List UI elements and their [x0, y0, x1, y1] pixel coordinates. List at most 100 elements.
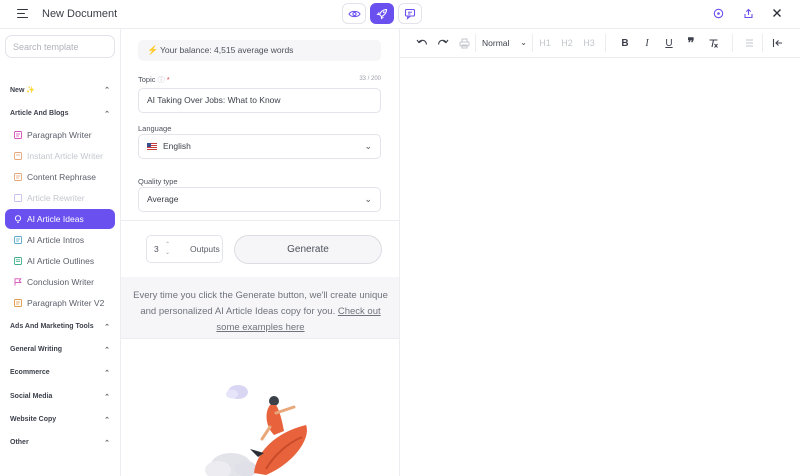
sidebar-item-conclusion-writer[interactable]: Conclusion Writer — [5, 272, 115, 292]
category-other[interactable]: Other ⌃ — [10, 439, 110, 447]
stepper-arrows-icon[interactable]: ⌃ ⌄ — [165, 241, 170, 257]
preview-mode-button[interactable] — [342, 3, 366, 24]
sidebar-item-label: Paragraph Writer V2 — [27, 298, 105, 308]
redo-icon[interactable] — [436, 36, 450, 50]
outputs-stepper[interactable]: 3 ⌃ ⌄ Outputs — [146, 235, 223, 263]
chevron-up-icon: ⌃ — [104, 347, 110, 354]
print-icon[interactable] — [457, 36, 471, 50]
document-title[interactable]: New Document — [42, 8, 117, 20]
chevron-up-icon: ⌃ — [104, 417, 110, 424]
chevron-up-icon: ⌃ — [104, 440, 110, 447]
chevron-up-icon: ⌃ — [104, 87, 110, 94]
balance-banner: ⚡ Your balance: 4,515 average words — [138, 40, 381, 61]
close-icon[interactable] — [770, 6, 784, 20]
info-icon: ⓘ — [157, 77, 165, 84]
sidebar-item-label: Content Rephrase — [27, 172, 96, 182]
editor-toolbar: Normal ⌄ H1 H2 H3 B I U ❞ — [400, 29, 800, 58]
toolbar-separator — [732, 34, 733, 52]
chevron-down-icon: ⌄ — [364, 194, 372, 204]
lightbulb-icon — [14, 215, 22, 223]
rocket-icon — [376, 8, 388, 19]
sidebar-item-ai-article-outlines[interactable]: AI Article Outlines — [5, 251, 115, 271]
align-icon[interactable] — [743, 36, 755, 50]
collapse-panel-icon[interactable] — [770, 36, 784, 50]
sidebar-item-label: AI Article Intros — [27, 235, 85, 245]
quality-type-select[interactable]: Average ⌄ — [138, 187, 381, 212]
category-article-and-blogs[interactable]: Article And Blogs ⌃ — [10, 110, 110, 118]
toolbar-separator — [762, 34, 763, 52]
sidebar-item-paragraph-writer[interactable]: Paragraph Writer — [5, 125, 115, 145]
outputs-value[interactable]: 3 — [154, 244, 159, 254]
italic-icon[interactable]: I — [640, 36, 654, 50]
chevron-up-icon: ⌃ — [104, 324, 110, 331]
generate-button[interactable]: Generate — [234, 235, 382, 264]
category-ads-and-marketing-tools[interactable]: Ads And Marketing Tools ⌃ — [10, 323, 110, 331]
document-icon — [14, 173, 22, 181]
sidebar-item-label: AI Article Outlines — [27, 256, 95, 266]
chevron-up-icon: ⌃ — [104, 370, 110, 377]
category-new[interactable]: New ✨ ⌃ — [10, 86, 110, 94]
category-general-writing[interactable]: General Writing ⌃ — [10, 346, 110, 354]
chevron-up-icon: ⌃ — [104, 111, 110, 118]
chevron-up-icon: ⌃ — [104, 394, 110, 401]
sidebar-item-content-rephrase[interactable]: Content Rephrase — [5, 167, 115, 187]
document-icon — [14, 299, 22, 307]
sidebar-item-ai-article-intros[interactable]: AI Article Intros — [5, 230, 115, 250]
menu-icon[interactable] — [17, 9, 28, 18]
quote-icon[interactable]: ❞ — [684, 35, 698, 50]
heading-3-button[interactable]: H3 — [582, 36, 596, 50]
underline-icon[interactable]: U — [662, 36, 676, 50]
document-icon — [14, 194, 22, 202]
eye-icon — [347, 10, 361, 17]
undo-icon[interactable] — [415, 36, 429, 50]
document-icon — [14, 131, 22, 139]
language-label: Language — [138, 124, 172, 133]
category-social-media[interactable]: Social Media ⌃ — [10, 393, 110, 401]
sidebar-item-article-rewriter[interactable]: Article Rewriter — [5, 188, 115, 208]
sidebar-item-label: AI Article Ideas — [27, 214, 84, 224]
sidebar-item-paragraph-writer-v2[interactable]: Paragraph Writer V2 — [5, 293, 115, 313]
document-editor: Normal ⌄ H1 H2 H3 B I U ❞ — [400, 29, 800, 476]
chevron-down-icon: ⌄ — [364, 141, 372, 151]
required-marker: * — [166, 75, 170, 84]
sidebar-item-label: Article Rewriter — [27, 193, 85, 203]
heading-1-button[interactable]: H1 — [538, 36, 552, 50]
chat-mode-button[interactable] — [398, 3, 422, 24]
document-icon — [14, 236, 22, 244]
topic-label: Topic ⓘ * — [138, 75, 170, 84]
heading-2-button[interactable]: H2 — [560, 36, 574, 50]
language-select[interactable]: English ⌄ — [138, 134, 381, 159]
balance-text: Your balance: 4,515 average words — [160, 45, 294, 55]
flag-icon — [14, 278, 22, 286]
sidebar-item-label: Instant Article Writer — [27, 151, 103, 161]
template-sidebar: Search template New ✨ ⌃ Article And Blogs… — [0, 29, 121, 476]
top-bar: New Document — [0, 0, 800, 29]
editor-content-area[interactable] — [400, 58, 800, 476]
divider — [121, 338, 399, 339]
toolbar-separator — [605, 34, 606, 52]
document-icon — [14, 152, 22, 160]
list-icon — [14, 257, 22, 265]
bold-icon[interactable]: B — [618, 36, 632, 50]
chat-icon — [404, 8, 416, 20]
sidebar-item-ai-article-ideas[interactable]: AI Article Ideas — [5, 209, 115, 229]
topic-character-counter: 33 / 200 — [359, 76, 381, 82]
share-icon[interactable] — [741, 6, 755, 20]
sidebar-item-instant-article-writer[interactable]: Instant Article Writer — [5, 146, 115, 166]
sidebar-item-label: Conclusion Writer — [27, 277, 94, 287]
lightning-icon: ⚡ — [147, 45, 159, 55]
topic-input[interactable]: AI Taking Over Jobs: What to Know — [138, 88, 381, 113]
generate-mode-button[interactable] — [370, 3, 394, 24]
category-ecommerce[interactable]: Ecommerce ⌃ — [10, 369, 110, 377]
sidebar-item-label: Paragraph Writer — [27, 130, 92, 140]
template-form-panel: ⚡ Your balance: 4,515 average words Topi… — [121, 29, 400, 476]
us-flag-icon — [147, 143, 157, 150]
clear-format-icon[interactable] — [706, 36, 720, 50]
category-website-copy[interactable]: Website Copy ⌃ — [10, 416, 110, 424]
text-style-select[interactable]: Normal ⌄ — [476, 34, 531, 52]
outputs-label: Outputs — [190, 244, 220, 254]
quality-type-label: Quality type — [138, 177, 178, 186]
search-template-input[interactable]: Search template — [5, 35, 115, 58]
rocket-illustration — [205, 385, 307, 476]
history-icon[interactable] — [711, 6, 725, 20]
